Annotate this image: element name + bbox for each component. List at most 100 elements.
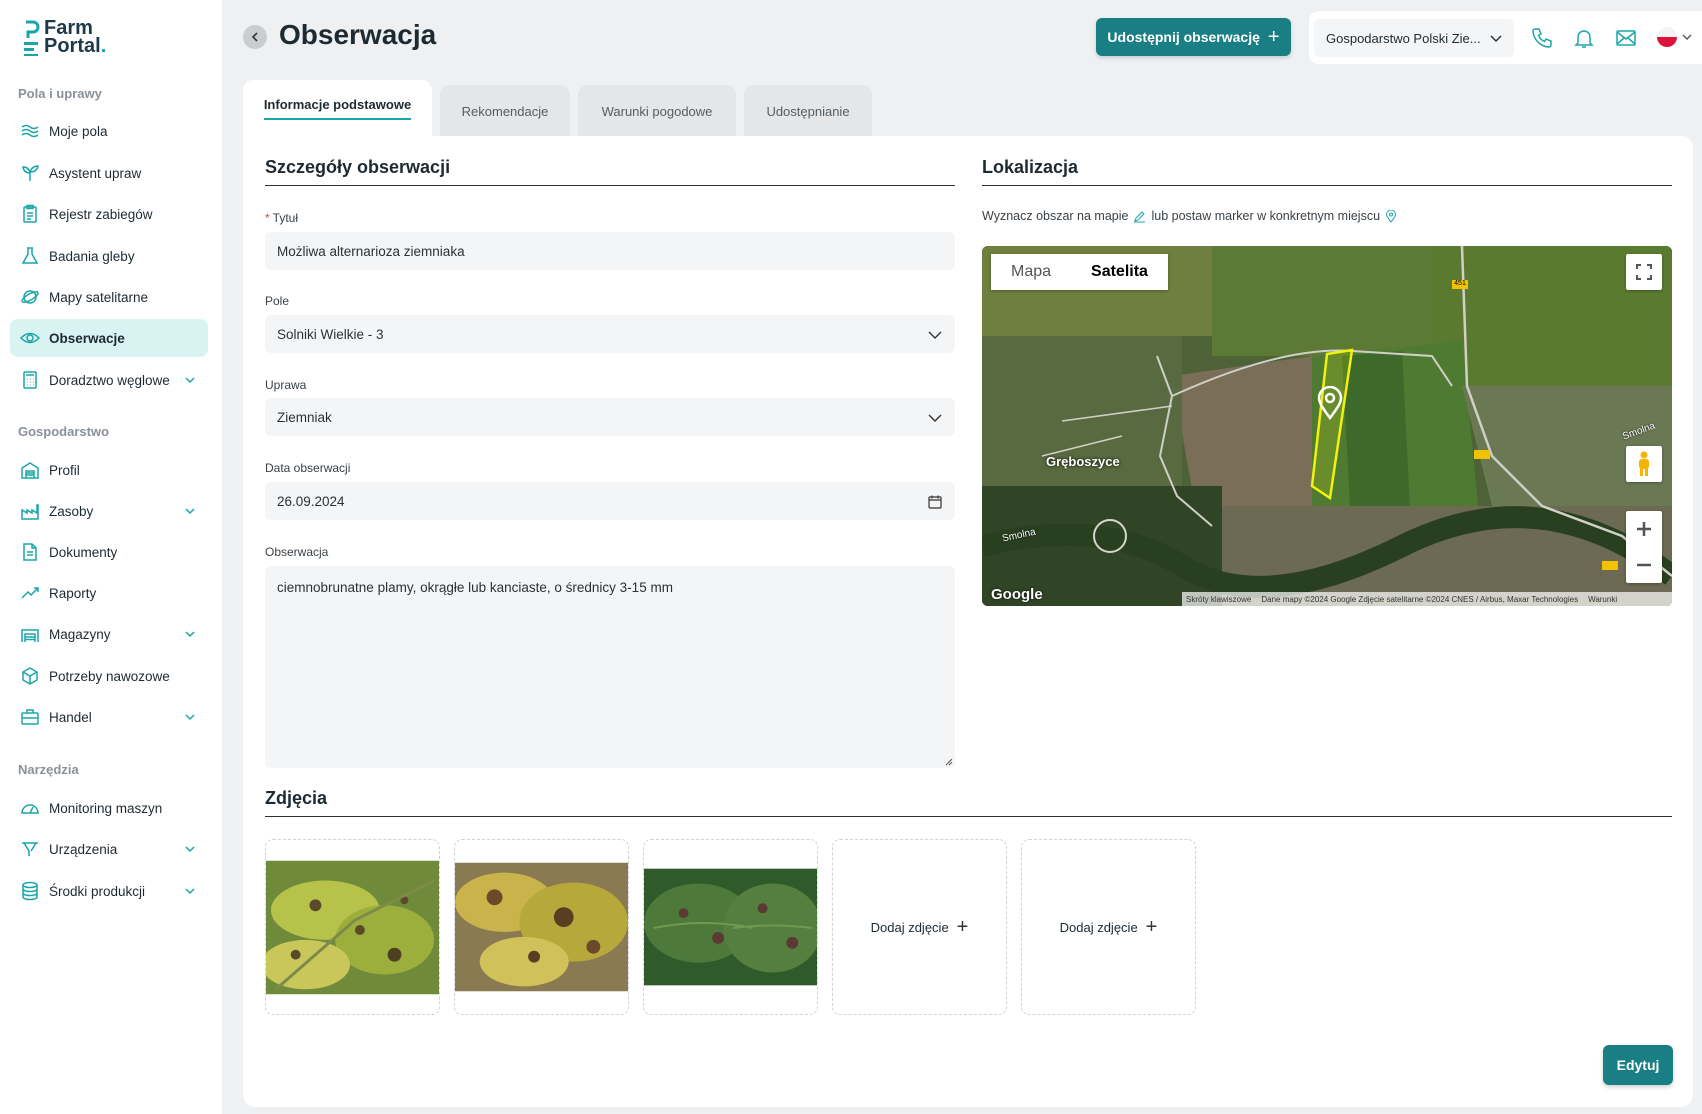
sidebar-item-label: Profil (49, 462, 80, 478)
street-view-button[interactable] (1626, 446, 1662, 482)
phone-icon[interactable] (1530, 26, 1554, 50)
sidebar-item-zasoby[interactable]: Zasoby (10, 492, 208, 530)
add-photo-button[interactable]: Dodaj zdjęcie + (1021, 839, 1196, 1015)
crop-select[interactable]: Ziemniak (265, 398, 955, 436)
zoom-control (1626, 511, 1662, 583)
share-button-label: Udostępnij obserwację (1107, 29, 1260, 45)
map-place-label: Grębоszyce (1046, 454, 1120, 469)
map-marker-icon[interactable] (1317, 386, 1343, 420)
tab-informacje-podstawowe[interactable]: Informacje podstawowe (243, 80, 432, 137)
keyboard-shortcuts-link[interactable]: Skróty klawiszowe (1186, 595, 1251, 604)
map-type-map-button[interactable]: Mapa (991, 254, 1071, 290)
calendar-icon[interactable] (927, 494, 943, 510)
satellite-icon (19, 286, 41, 308)
crop-select-value: Ziemniak (277, 409, 332, 425)
map-view[interactable]: 451 Grębоszyce Smolna Smolna Mapa Sateli… (982, 246, 1672, 606)
sidebar-item-label: Mapy satelitarne (49, 289, 149, 305)
tab-rekomendacje[interactable]: Rekomendacje (440, 85, 570, 137)
minus-icon (1637, 563, 1651, 567)
title-input-value: Możliwa alternarioza ziemniaka (277, 243, 465, 259)
plus-icon: + (1267, 26, 1280, 48)
mail-icon[interactable] (1614, 26, 1638, 50)
field-select[interactable]: Solniki Wielkie - 3 (265, 315, 955, 353)
add-photo-button[interactable]: Dodaj zdjęcie + (832, 839, 1007, 1015)
add-photo-label: Dodaj zdjęcie (1059, 919, 1138, 935)
observation-textarea[interactable]: ciemnobrunatne plamy, okrągłe lub kancia… (265, 566, 955, 768)
chevron-left-icon (251, 32, 258, 42)
tab-warunki-pogodowe[interactable]: Warunki pogodowe (578, 85, 736, 137)
leaf-photo (455, 862, 628, 992)
sidebar-item-label: Monitoring maszyn (49, 800, 163, 816)
map-type-control: Mapa Satelita (991, 254, 1168, 290)
sidebar-item-potrzeby-nawozowe[interactable]: Potrzeby nawozowe (10, 657, 208, 695)
sidebar-item-doradztwo-weglowe[interactable]: Doradztwo węglowe (10, 361, 208, 399)
sidebar-item-mapy-satelitarne[interactable]: Mapy satelitarne (10, 278, 208, 316)
share-observation-button[interactable]: Udostępnij obserwację + (1096, 18, 1291, 56)
sidebar-item-label: Doradztwo węglowe (49, 372, 170, 388)
zoom-out-button[interactable] (1636, 547, 1652, 583)
date-input[interactable]: 26.09.2024 (265, 482, 955, 520)
sidebar-item-asystent-upraw[interactable]: Asystent upraw (10, 154, 208, 192)
warehouse-icon (19, 623, 41, 645)
location-hint-text1: Wyznacz obszar na mapie (982, 209, 1129, 223)
chevron-down-icon[interactable] (182, 626, 198, 642)
sidebar-item-srodki-produkcji[interactable]: Środki produkcji (10, 872, 208, 910)
chevron-down-icon[interactable] (182, 503, 198, 519)
tab-udostepnianie[interactable]: Udostępnianie (744, 85, 872, 137)
field-label: Pole (265, 294, 290, 308)
farm-portal-logo[interactable]: Farm Portal. (22, 18, 142, 58)
farm-select[interactable]: Gospodarstwo Polski Zie... (1314, 19, 1514, 57)
zoom-in-button[interactable] (1636, 511, 1652, 547)
add-photo-label-wrap: Dodaj zdjęcie + (871, 916, 969, 939)
chevron-down-icon (1490, 35, 1502, 43)
photo-thumbnail[interactable] (454, 839, 629, 1015)
sidebar-item-label: Obserwacje (49, 330, 125, 346)
sidebar-item-label: Środki produkcji (49, 883, 146, 899)
sidebar-item-dokumenty[interactable]: Dokumenty (10, 533, 208, 571)
map-attribution: Skróty klawiszowe Dane mapy ©2024 Google… (1182, 592, 1672, 606)
details-divider (265, 185, 955, 186)
clipboard-icon (19, 203, 41, 225)
logo-line2: Portal. (44, 35, 107, 57)
gauge-icon (19, 797, 41, 819)
flask-icon (19, 245, 41, 267)
sidebar-item-urzadzenia[interactable]: Urządzenia (10, 830, 208, 868)
fullscreen-button[interactable] (1626, 254, 1662, 290)
satellite-imagery (982, 246, 1672, 606)
edit-button[interactable]: Edytuj (1603, 1045, 1673, 1085)
back-button[interactable] (243, 25, 267, 49)
chevron-down-icon[interactable] (182, 709, 198, 725)
resize-handle-icon[interactable] (943, 756, 953, 766)
fields-icon (19, 120, 41, 142)
sidebar-item-obserwacje[interactable]: Obserwacje (10, 319, 208, 357)
chevron-down-icon[interactable] (182, 883, 198, 899)
photos-section-title: Zdjęcia (265, 788, 328, 808)
sidebar: Farm Portal. Pola i uprawy Moje pola Asy… (0, 0, 222, 1114)
photo-thumbnail[interactable] (265, 839, 440, 1015)
language-flag-icon[interactable] (1657, 27, 1677, 47)
bell-icon[interactable] (1572, 26, 1596, 50)
chevron-down-icon[interactable] (1681, 31, 1693, 43)
sidebar-item-monitoring-maszyn[interactable]: Monitoring maszyn (10, 789, 208, 827)
sidebar-item-badania-gleby[interactable]: Badania gleby (10, 237, 208, 275)
photo-thumbnail[interactable] (643, 839, 818, 1015)
chevron-down-icon[interactable] (182, 372, 198, 388)
sidebar-item-label: Dokumenty (49, 544, 118, 560)
map-type-satellite-button[interactable]: Satelita (1071, 254, 1168, 290)
map-data-attribution: Dane mapy ©2024 Google Zdjęcie satelitar… (1261, 594, 1579, 604)
sidebar-item-magazyny[interactable]: Magazyny (10, 615, 208, 653)
sidebar-item-moje-pola[interactable]: Moje pola (10, 112, 208, 150)
sidebar-item-raporty[interactable]: Raporty (10, 574, 208, 612)
sidebar-item-profil[interactable]: Profil (10, 451, 208, 489)
sidebar-item-rejestr-zabiegow[interactable]: Rejestr zabiegów (10, 195, 208, 233)
chevron-down-icon[interactable] (182, 841, 198, 857)
terms-link[interactable]: Warunki (1588, 595, 1617, 604)
tab-label: Rekomendacje (461, 103, 549, 119)
document-icon (19, 541, 41, 563)
observation-textarea-value: ciemnobrunatne plamy, okrągłe lub kancia… (277, 580, 673, 595)
sidebar-item-label: Magazyny (49, 626, 111, 642)
sidebar-item-handel[interactable]: Handel (10, 698, 208, 736)
field-select-value: Solniki Wielkie - 3 (277, 326, 384, 342)
add-photo-label: Dodaj zdjęcie (870, 919, 949, 935)
title-input[interactable]: Możliwa alternarioza ziemniaka (265, 232, 955, 270)
